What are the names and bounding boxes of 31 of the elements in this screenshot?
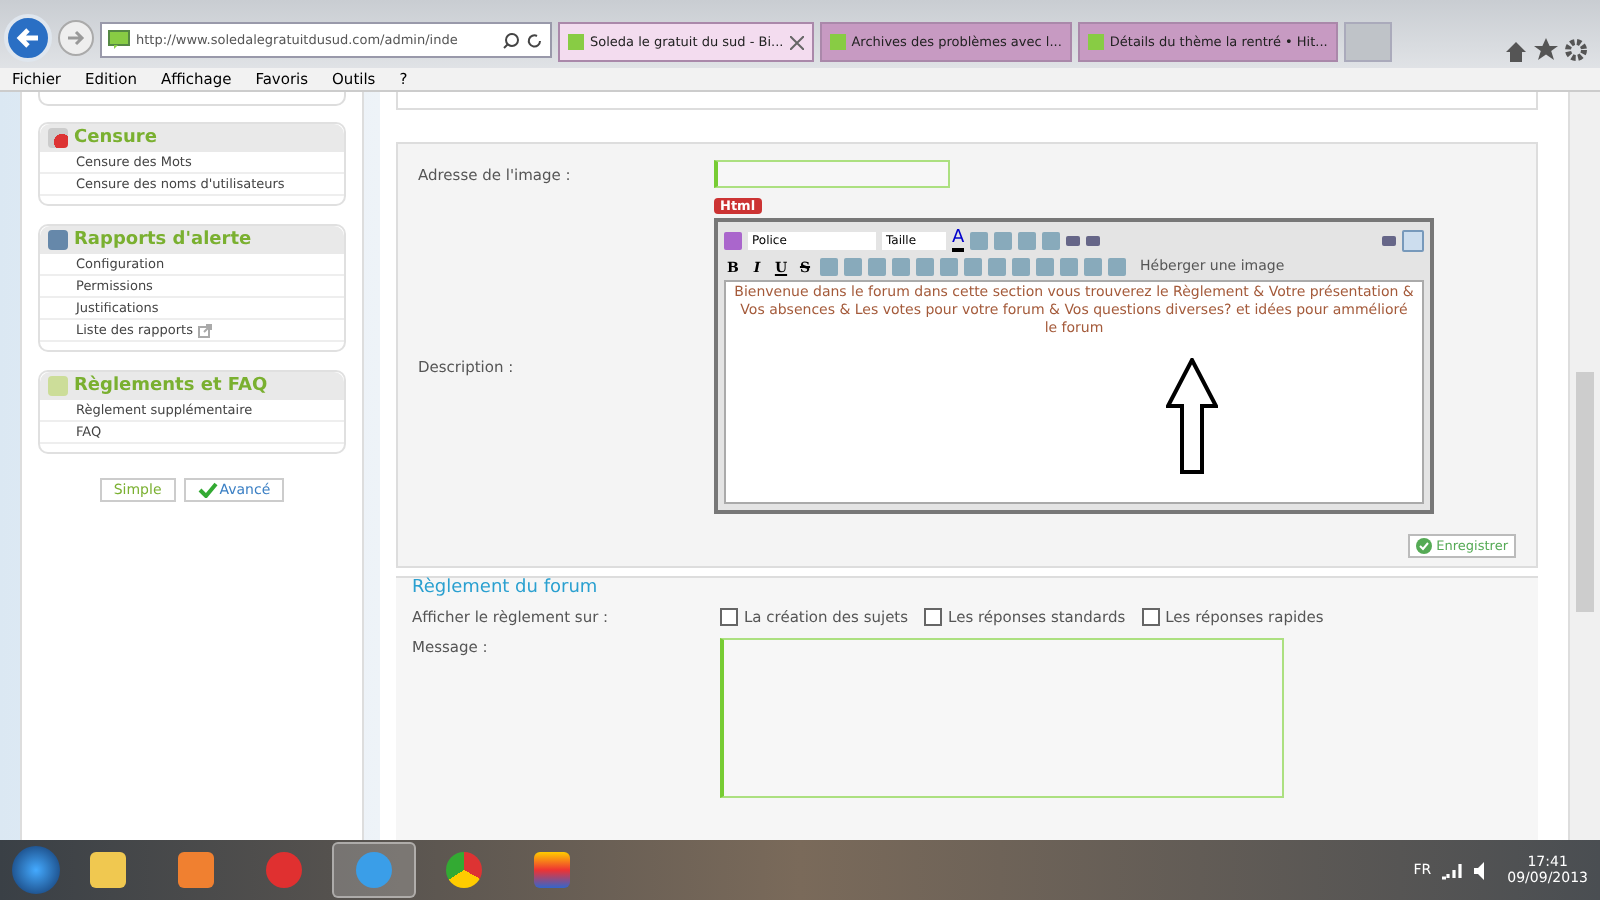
back-arrow-icon xyxy=(14,24,42,52)
settings-icon[interactable] xyxy=(1564,38,1588,62)
section-title: Règlements et FAQ xyxy=(74,376,268,396)
checkbox[interactable] xyxy=(1141,608,1160,626)
checkbox[interactable] xyxy=(924,608,943,626)
image-address-field[interactable] xyxy=(714,160,950,188)
section-title: Rapports d'alerte xyxy=(74,230,252,250)
section-title: Règlement du forum xyxy=(412,578,600,598)
message-field[interactable] xyxy=(720,638,1284,798)
text-editor[interactable] xyxy=(714,218,1434,514)
checkbox[interactable] xyxy=(720,608,738,626)
forward-arrow-icon xyxy=(66,28,86,48)
checkmark-icon xyxy=(1416,538,1433,554)
home-icon[interactable] xyxy=(1504,40,1528,62)
speaker-icon[interactable] xyxy=(1471,861,1488,879)
search-icon[interactable] xyxy=(502,31,520,49)
external-link-icon xyxy=(197,323,211,337)
font-color-button[interactable]: A xyxy=(952,229,965,251)
scrollbar[interactable] xyxy=(1568,92,1600,840)
new-tab-button[interactable] xyxy=(1343,22,1392,62)
network-icon[interactable] xyxy=(1439,861,1464,879)
refresh-icon[interactable] xyxy=(526,31,544,49)
back-button[interactable] xyxy=(4,14,52,62)
star-icon[interactable] xyxy=(1534,38,1558,62)
checkmark-icon xyxy=(197,482,218,498)
forward-button[interactable] xyxy=(58,20,94,56)
start-button[interactable] xyxy=(12,846,60,894)
close-icon[interactable] xyxy=(789,35,804,49)
arrow-drawing xyxy=(1166,358,1218,474)
speech-bubble-icon xyxy=(108,30,130,50)
section-title: Censure xyxy=(74,128,157,148)
